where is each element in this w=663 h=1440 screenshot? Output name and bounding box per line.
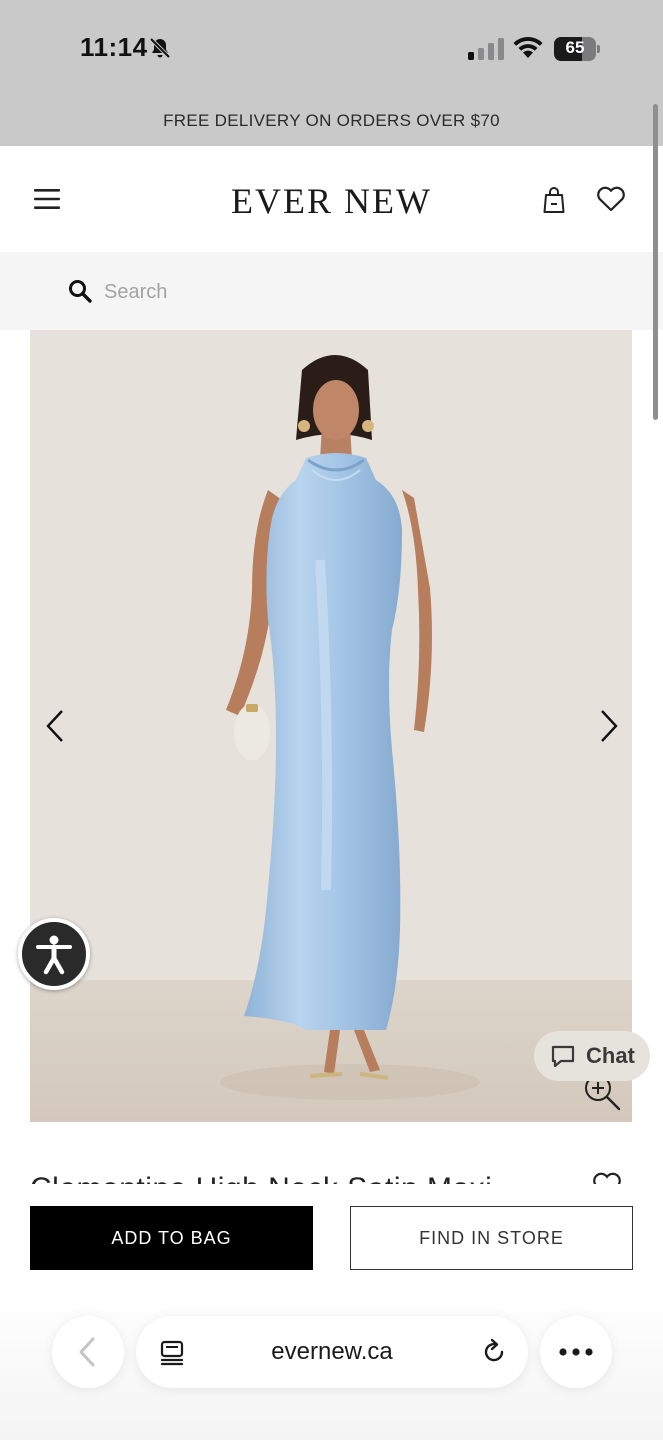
carousel-prev-arrow-icon[interactable] bbox=[44, 708, 66, 744]
shopping-bag-icon[interactable] bbox=[542, 186, 566, 214]
address-bar[interactable]: evernew.ca bbox=[136, 1316, 528, 1388]
battery-level: 65 bbox=[565, 38, 585, 57]
promo-text: FREE DELIVERY ON ORDERS OVER $70 bbox=[163, 111, 500, 130]
browser-back-button[interactable] bbox=[52, 1316, 124, 1388]
page-scrollbar[interactable] bbox=[653, 104, 658, 420]
back-chevron-icon bbox=[79, 1337, 95, 1367]
bell-muted-icon bbox=[149, 37, 171, 59]
search-input[interactable] bbox=[104, 274, 504, 310]
product-wishlist-heart-icon[interactable] bbox=[592, 1172, 622, 1184]
more-dots-icon bbox=[559, 1348, 593, 1356]
accessibility-button[interactable] bbox=[18, 918, 90, 990]
reload-icon[interactable] bbox=[480, 1338, 508, 1366]
model-photo bbox=[30, 330, 632, 1122]
chat-label: Chat bbox=[586, 1043, 635, 1068]
add-to-bag-button[interactable]: ADD TO BAG bbox=[30, 1206, 313, 1270]
carousel-next-arrow-icon[interactable] bbox=[598, 708, 620, 744]
product-title: Clementine High Neck Satin Maxi bbox=[30, 1172, 492, 1184]
chat-button[interactable]: Chat bbox=[534, 1031, 650, 1081]
search-icon bbox=[69, 280, 92, 303]
wifi-icon bbox=[513, 36, 543, 58]
find-in-store-button[interactable]: FIND IN STORE bbox=[350, 1206, 633, 1270]
promo-banner: FREE DELIVERY ON ORDERS OVER $70 bbox=[0, 96, 663, 146]
accessibility-icon bbox=[36, 935, 72, 975]
browser-more-button[interactable] bbox=[540, 1316, 612, 1388]
status-time: 11:14 bbox=[80, 32, 148, 62]
product-title-area: Clementine High Neck Satin Maxi bbox=[30, 1172, 632, 1184]
browser-toolbar: evernew.ca bbox=[0, 1290, 663, 1440]
cell-signal-icon bbox=[468, 38, 504, 60]
status-bar: 11:14 65 bbox=[0, 0, 663, 96]
wishlist-heart-icon[interactable] bbox=[596, 186, 626, 212]
chat-bubble-icon bbox=[551, 1045, 575, 1068]
search-bar bbox=[0, 252, 663, 330]
product-image[interactable] bbox=[30, 330, 632, 1122]
site-header: EVER NEW bbox=[0, 146, 663, 252]
url-text: evernew.ca bbox=[271, 1338, 393, 1365]
battery-indicator: 65 bbox=[554, 37, 600, 61]
